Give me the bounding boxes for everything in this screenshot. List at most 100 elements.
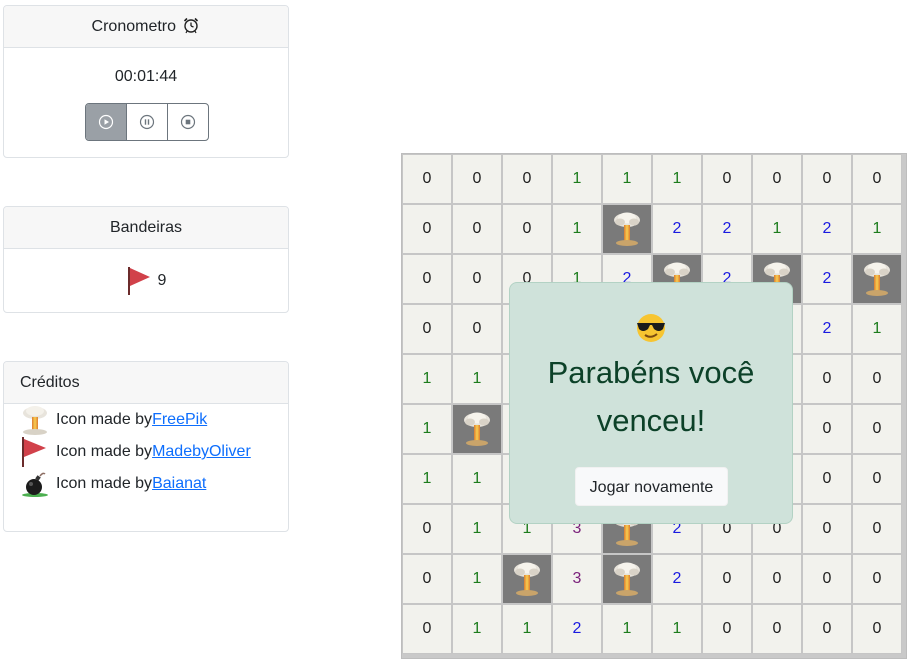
cell-number: 1 xyxy=(772,220,782,237)
mine-cell[interactable] xyxy=(452,404,502,454)
credit-prefix: Icon made by xyxy=(56,443,153,460)
board-cell[interactable]: 0 xyxy=(402,304,452,354)
cell-number: 1 xyxy=(472,370,482,387)
board-cell[interactable]: 1 xyxy=(452,604,502,654)
board-cell[interactable]: 0 xyxy=(852,504,902,554)
board-cell[interactable]: 2 xyxy=(802,254,852,304)
cell-number: 0 xyxy=(872,520,882,537)
board-cell[interactable]: 1 xyxy=(402,354,452,404)
board-cell[interactable]: 1 xyxy=(402,454,452,504)
play-again-button[interactable]: Jogar novamente xyxy=(575,467,728,506)
board-cell[interactable]: 2 xyxy=(802,204,852,254)
board-cell[interactable]: 1 xyxy=(852,304,902,354)
mine-cell[interactable] xyxy=(502,554,552,604)
mine-cell[interactable] xyxy=(602,554,652,604)
cell-number: 1 xyxy=(472,620,482,637)
board-cell[interactable]: 1 xyxy=(652,154,702,204)
board-cell[interactable]: 0 xyxy=(402,504,452,554)
board-cell[interactable]: 0 xyxy=(852,404,902,454)
cell-number: 2 xyxy=(822,320,832,337)
cell-number: 0 xyxy=(722,620,732,637)
board-cell[interactable]: 2 xyxy=(552,604,602,654)
board-cell[interactable]: 0 xyxy=(402,254,452,304)
board-cell[interactable]: 1 xyxy=(552,154,602,204)
cell-number: 0 xyxy=(822,370,832,387)
sunglasses-face-icon xyxy=(510,313,792,345)
cell-number: 2 xyxy=(722,220,732,237)
credit-item: Icon made by FreePik xyxy=(4,404,288,436)
play-icon xyxy=(98,114,114,130)
board-cell[interactable]: 0 xyxy=(852,154,902,204)
board-cell[interactable]: 0 xyxy=(402,604,452,654)
board-cell[interactable]: 0 xyxy=(452,254,502,304)
board-cell[interactable]: 0 xyxy=(852,354,902,404)
pause-button[interactable] xyxy=(127,104,168,140)
cell-number: 1 xyxy=(472,470,482,487)
board-cell[interactable]: 0 xyxy=(752,604,802,654)
board-cell[interactable]: 1 xyxy=(752,204,802,254)
cell-number: 0 xyxy=(772,170,782,187)
board-cell[interactable]: 2 xyxy=(652,204,702,254)
board-cell[interactable]: 2 xyxy=(652,554,702,604)
mine-cell[interactable] xyxy=(602,204,652,254)
board-cell[interactable]: 0 xyxy=(702,154,752,204)
board-cell[interactable]: 0 xyxy=(852,604,902,654)
board-cell[interactable]: 1 xyxy=(502,604,552,654)
board-cell[interactable]: 0 xyxy=(402,204,452,254)
board-cell[interactable]: 1 xyxy=(602,604,652,654)
board-cell[interactable]: 2 xyxy=(702,204,752,254)
board-cell[interactable]: 0 xyxy=(402,154,452,204)
board-cell[interactable]: 0 xyxy=(752,554,802,604)
flags-counter: 9 xyxy=(4,265,288,297)
board-cell[interactable]: 1 xyxy=(452,504,502,554)
cell-number: 0 xyxy=(472,270,482,287)
board-cell[interactable]: 0 xyxy=(702,554,752,604)
board-cell[interactable]: 1 xyxy=(552,204,602,254)
board-cell[interactable]: 0 xyxy=(502,154,552,204)
board-cell[interactable]: 0 xyxy=(752,154,802,204)
board-cell[interactable]: 0 xyxy=(802,404,852,454)
credit-link-madebyoliver[interactable]: MadebyOliver xyxy=(152,443,251,461)
board-cell[interactable]: 3 xyxy=(552,554,602,604)
stop-button[interactable] xyxy=(168,104,208,140)
board-cell[interactable]: 0 xyxy=(802,604,852,654)
board-cell[interactable]: 0 xyxy=(502,204,552,254)
explosion-icon xyxy=(512,560,542,598)
board-cell[interactable]: 0 xyxy=(702,604,752,654)
explosion-icon xyxy=(612,210,642,248)
board-cell[interactable]: 0 xyxy=(452,304,502,354)
board-cell[interactable]: 0 xyxy=(452,204,502,254)
credit-prefix: Icon made by xyxy=(56,411,153,428)
board-cell[interactable]: 0 xyxy=(402,554,452,604)
board-cell[interactable]: 2 xyxy=(802,304,852,354)
board-cell[interactable]: 1 xyxy=(452,454,502,504)
board-cell[interactable]: 0 xyxy=(852,554,902,604)
timer-title: Cronometro xyxy=(91,18,177,35)
board-cell[interactable]: 1 xyxy=(452,554,502,604)
board-cell[interactable]: 1 xyxy=(402,404,452,454)
cell-number: 1 xyxy=(622,620,632,637)
board-cell[interactable]: 0 xyxy=(802,554,852,604)
board-cell[interactable]: 1 xyxy=(652,604,702,654)
board-cell[interactable]: 0 xyxy=(802,454,852,504)
board-cell[interactable]: 0 xyxy=(852,454,902,504)
mine-cell[interactable] xyxy=(852,254,902,304)
credit-link-baianat[interactable]: Baianat xyxy=(152,475,206,493)
cell-number: 0 xyxy=(722,570,732,587)
board-cell[interactable]: 0 xyxy=(802,354,852,404)
play-button[interactable] xyxy=(86,104,127,140)
timer-controls xyxy=(85,103,209,141)
board-cell[interactable]: 0 xyxy=(452,154,502,204)
credit-prefix: Icon made by xyxy=(56,475,153,492)
cell-number: 0 xyxy=(472,220,482,237)
board-cell[interactable]: 0 xyxy=(802,154,852,204)
board-cell[interactable]: 0 xyxy=(802,504,852,554)
board-cell[interactable]: 1 xyxy=(452,354,502,404)
cell-number: 0 xyxy=(422,170,432,187)
board-cell[interactable]: 1 xyxy=(602,154,652,204)
cell-number: 1 xyxy=(422,470,432,487)
cell-number: 0 xyxy=(822,420,832,437)
cell-number: 1 xyxy=(472,570,482,587)
credit-link-freepik[interactable]: FreePik xyxy=(152,411,207,429)
board-cell[interactable]: 1 xyxy=(852,204,902,254)
